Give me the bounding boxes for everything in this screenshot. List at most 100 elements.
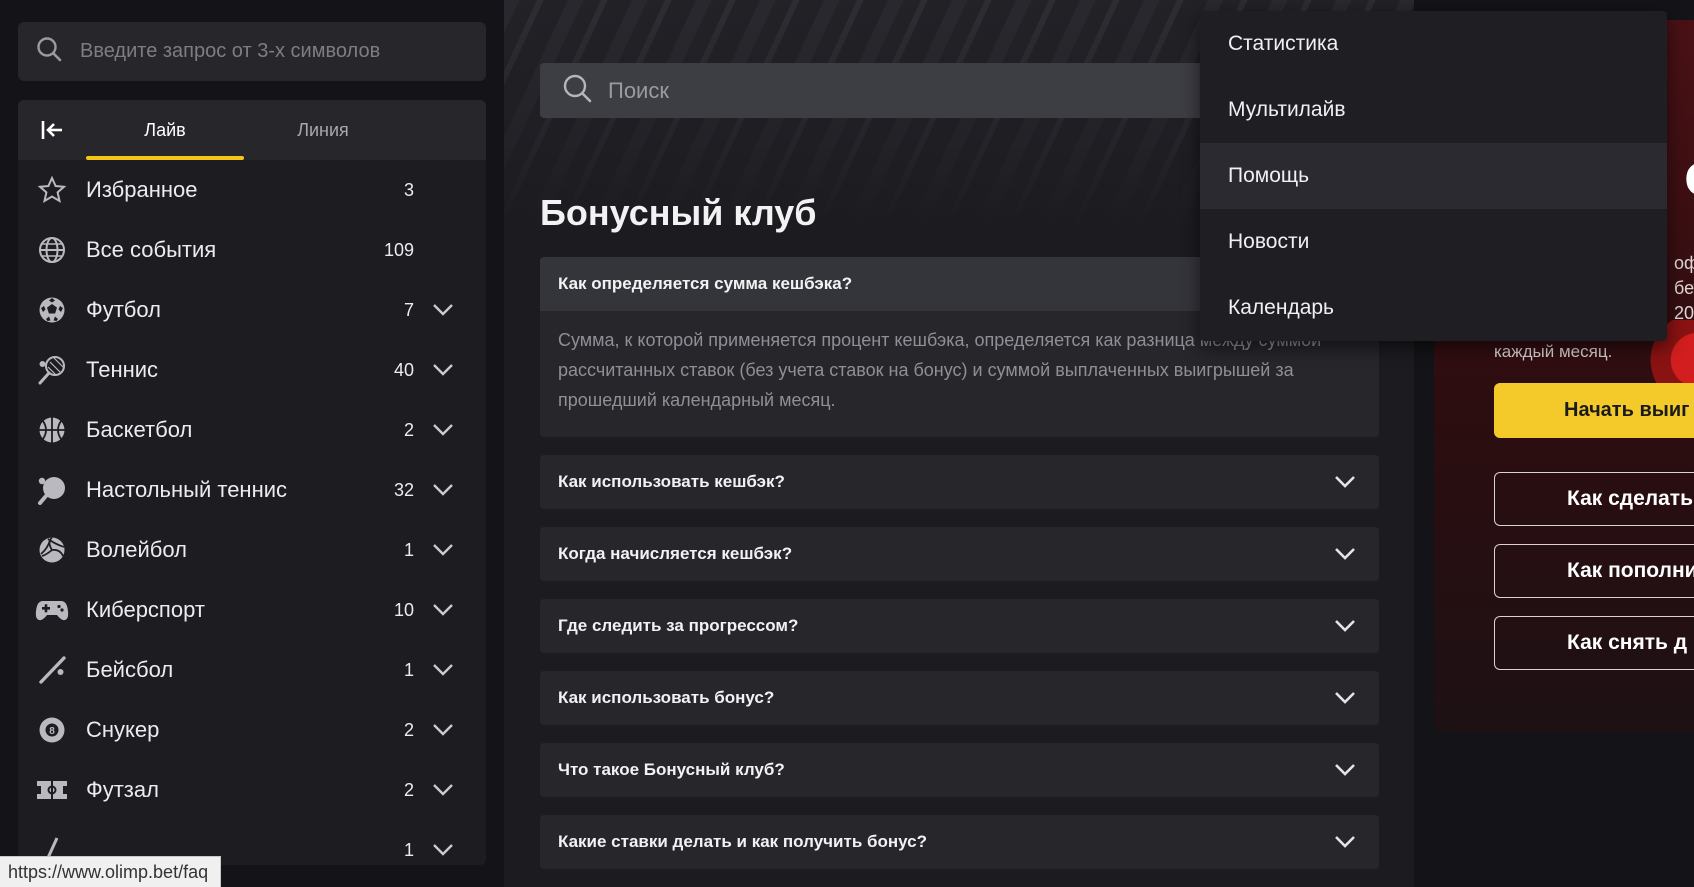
football-icon [34, 292, 70, 328]
chevron-down-icon [1331, 475, 1359, 489]
tab-line[interactable]: Линия [244, 100, 402, 160]
how-to-bet-button[interactable]: Как сделать [1494, 472, 1694, 526]
sport-item-label: Волейбол [86, 537, 187, 562]
sidebar-search-placeholder: Введите запрос от 3-х символов [80, 40, 381, 62]
sport-item-volleyball[interactable]: Волейбол 1 [18, 520, 486, 580]
chevron-down-icon [1331, 547, 1359, 561]
menu-item-statistics[interactable]: Статистика [1200, 11, 1667, 77]
sport-item-count: 2 [403, 719, 414, 740]
page-title: Бонусный клуб [540, 192, 817, 233]
faq-question: Как использовать бонус? [558, 688, 775, 707]
chevron-down-icon[interactable] [428, 363, 458, 377]
promo-text-line: бети [1674, 278, 1694, 298]
sport-item-label: Теннис [86, 357, 159, 382]
sport-item-count: 109 [383, 239, 414, 260]
chevron-down-icon[interactable] [428, 483, 458, 497]
baseball-icon [34, 652, 70, 688]
start-winning-button[interactable]: Начать выиг [1494, 383, 1694, 438]
sport-item-label: Настольный теннис [86, 477, 288, 502]
chevron-down-icon[interactable] [428, 663, 458, 677]
chevron-down-icon[interactable] [428, 423, 458, 437]
status-bar-url: https://www.olimp.bet/faq [0, 856, 222, 887]
faq-question: Как использовать кешбэк? [558, 472, 785, 491]
sport-item-count: 32 [393, 479, 414, 500]
sport-item-tennis[interactable]: Теннис 40 [18, 340, 486, 400]
basketball-icon [34, 412, 70, 448]
chevron-down-icon [1331, 763, 1359, 777]
faq-item[interactable]: Как использовать бонус? [540, 671, 1379, 725]
sport-item-futsal[interactable]: Футзал 2 [18, 760, 486, 820]
sport-item-football[interactable]: Футбол 7 [18, 280, 486, 340]
left-sidebar: Введите запрос от 3-х символов Лайв Лини… [0, 0, 504, 887]
sport-item-label: Киберспорт [86, 597, 205, 622]
sport-item-count: 10 [393, 599, 414, 620]
chevron-down-icon[interactable] [428, 603, 458, 617]
sport-item-count: 1 [403, 659, 414, 680]
sport-item-label: Футбол [86, 297, 161, 322]
table-tennis-icon [34, 472, 70, 508]
sport-item-count: 3 [403, 179, 414, 200]
how-to-deposit-button[interactable]: Как пополни [1494, 544, 1694, 598]
faq-question: Где следить за прогрессом? [558, 616, 799, 635]
header-dropdown-menu: Статистика Мультилайв Помощь Новости Кал… [1200, 11, 1667, 341]
tennis-icon [34, 352, 70, 388]
promo-subtext: каждый месяц. [1494, 342, 1613, 361]
promo-text-line: офи [1674, 253, 1694, 273]
main-search-placeholder: Поиск [608, 77, 669, 103]
menu-item-multilive[interactable]: Мультилайв [1200, 77, 1667, 143]
sport-item-baseball[interactable]: Бейсбол 1 [18, 640, 486, 700]
how-to-withdraw-button[interactable]: Как снять д [1494, 616, 1694, 670]
sport-item-basketball[interactable]: Баскетбол 2 [18, 400, 486, 460]
sport-item-count: 2 [403, 779, 414, 800]
collapse-sidebar-button[interactable] [18, 100, 86, 160]
sport-item-count: 40 [393, 359, 414, 380]
chevron-down-icon [1331, 835, 1359, 849]
menu-item-calendar[interactable]: Календарь [1200, 275, 1667, 341]
sport-item-label: Все события [86, 237, 217, 262]
search-icon [36, 36, 62, 67]
sport-item-favorites[interactable]: Избранное 3 [18, 160, 486, 220]
promo-logo: ol [1684, 140, 1694, 209]
chevron-down-icon[interactable] [428, 843, 458, 857]
svg-text:8: 8 [49, 726, 55, 737]
chevron-down-icon[interactable] [428, 303, 458, 317]
tab-live[interactable]: Лайв [86, 100, 244, 160]
search-icon [562, 73, 592, 108]
chevron-down-icon[interactable] [428, 543, 458, 557]
snooker-icon: 8 [34, 712, 70, 748]
sport-item-snooker[interactable]: 8 Снукер 2 [18, 700, 486, 760]
faq-question: Когда начисляется кешбэк? [558, 544, 793, 563]
faq-item[interactable]: Какие ставки делать и как получить бонус… [540, 815, 1379, 869]
futsal-icon [34, 772, 70, 808]
chevron-down-icon [1331, 691, 1359, 705]
sport-item-label: Снукер [86, 717, 160, 742]
sport-item-count: 2 [403, 419, 414, 440]
menu-item-news[interactable]: Новости [1200, 209, 1667, 275]
collapse-left-icon [41, 121, 62, 139]
sport-item-label: Футзал [86, 777, 159, 802]
sport-item-count: 1 [403, 839, 414, 860]
sport-item-esports[interactable]: Киберспорт 10 [18, 580, 486, 640]
sport-item-label: Избранное [86, 177, 198, 202]
sport-item-table-tennis[interactable]: Настольный теннис 32 [18, 460, 486, 520]
sidebar-search-input[interactable]: Введите запрос от 3-х символов [18, 22, 486, 81]
live-line-tabs: Лайв Линия [18, 100, 486, 160]
sport-item-label: Бейсбол [86, 657, 174, 682]
faq-question: Что такое Бонусный клуб? [558, 760, 785, 779]
sport-item-count: 1 [403, 539, 414, 560]
faq-item[interactable]: Где следить за прогрессом? [540, 599, 1379, 653]
faq-item[interactable]: Когда начисляется кешбэк? [540, 527, 1379, 581]
chevron-down-icon [1331, 619, 1359, 633]
faq-question: Какие ставки делать и как получить бонус… [558, 832, 928, 851]
chevron-down-icon[interactable] [428, 723, 458, 737]
menu-item-help[interactable]: Помощь [1200, 143, 1667, 209]
globe-icon [34, 232, 70, 268]
volleyball-icon [34, 532, 70, 568]
chevron-down-icon[interactable] [428, 783, 458, 797]
star-icon [34, 172, 70, 208]
main-search-input[interactable]: Поиск [540, 63, 1200, 118]
faq-item[interactable]: Что такое Бонусный клуб? [540, 743, 1379, 797]
faq-list: Как определяется сумма кешбэка? Сумма, к… [540, 257, 1379, 869]
faq-item[interactable]: Как использовать кешбэк? [540, 455, 1379, 509]
sport-item-all-events[interactable]: Все события 109 [18, 220, 486, 280]
